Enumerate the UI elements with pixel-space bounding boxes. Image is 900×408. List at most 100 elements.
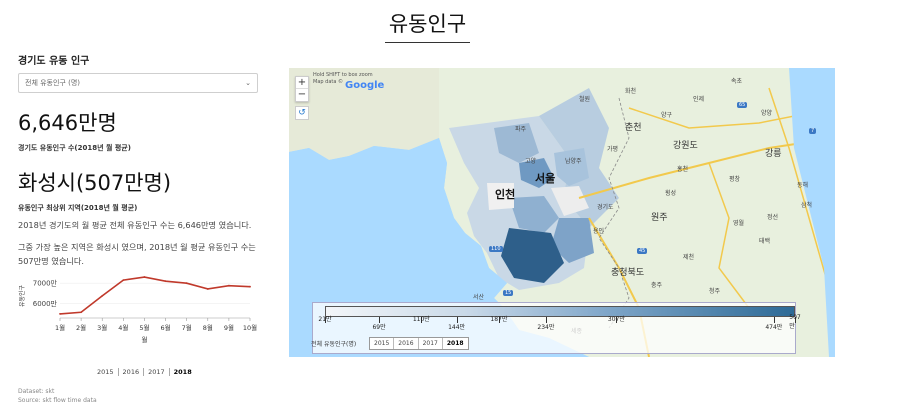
map-label-jecheon: 제천 [683, 254, 695, 261]
legend-tick-label: 69만 [372, 324, 386, 331]
map-label-samcheok: 삼척 [801, 202, 813, 209]
legend-year-tab-2016[interactable]: 2016 [394, 338, 419, 349]
map-label-yeongwol: 영월 [733, 220, 745, 227]
highway-shield-15: 15 [503, 290, 514, 296]
choropleth-map[interactable]: + − ↺ Hold SHIFT to box zoom Map data © … [289, 68, 835, 357]
metric-select-value: 전체 유동인구 (명) [25, 79, 80, 87]
x-tick-label: 3월 [97, 323, 107, 332]
map-label-hongcheon: 홍천 [677, 166, 689, 173]
map-label-seosan: 서산 [473, 294, 485, 301]
x-tick-label: 7월 [182, 323, 192, 332]
legend-year-tabs: 2015 2016 2017 2018 [369, 337, 469, 350]
summary-paragraph-1: 2018년 경기도의 월 평균 전체 유동인구 수는 6,646만명 였습니다. [18, 220, 252, 230]
monthly-line-chart: 6000만 7000만 유동인구 1월 2월 3월 4월 5월 6월 7월 8월 9월 10월 월 [18, 268, 258, 352]
google-logo: Google [345, 80, 385, 91]
data-point [59, 313, 61, 315]
map-label-gangwon: 강원도 [673, 141, 698, 151]
zoom-out-button[interactable]: − [296, 89, 308, 101]
map-label-chungju: 충주 [651, 282, 663, 289]
source-info: Dataset: skt Source: skt flow time data [18, 387, 97, 405]
legend-tick-label: 144만 [448, 324, 466, 331]
data-point [164, 280, 167, 283]
map-label-taebaek: 태백 [759, 238, 771, 245]
dataset-label: Dataset: skt [18, 388, 55, 395]
legend-year-tab-2018[interactable]: 2018 [443, 338, 468, 349]
hold-shift-hint: Hold SHIFT to box zoom [313, 72, 373, 78]
y-tick-label: 7000만 [33, 279, 58, 288]
highway-shield-110: 110 [489, 246, 503, 252]
map-label-paju: 파주 [515, 126, 527, 133]
zoom-in-button[interactable]: + [296, 77, 308, 89]
chevron-down-icon: ⌄ [245, 79, 251, 87]
data-point [227, 284, 230, 287]
highway-shield-7: 7 [809, 128, 817, 134]
map-label-wonju: 원주 [651, 213, 668, 223]
map-label-gapyeong: 가평 [607, 146, 619, 153]
legend-tick-label: 474만 [765, 324, 783, 331]
year-tabs: 2015 2016 2017 2018 [93, 368, 196, 376]
color-legend: 21만 69만 110만 144만 187만 234만 307만 474만 507만 전체 유동… [311, 302, 801, 354]
data-point [80, 311, 83, 314]
x-tick-label: 5월 [139, 323, 149, 332]
map-label-cheongju: 청주 [709, 288, 721, 295]
legend-tick-label: 307만 [607, 316, 625, 323]
map-label-namyangju: 남양주 [565, 158, 582, 165]
page-title: 유동인구 [384, 8, 471, 43]
data-point [249, 285, 251, 288]
year-tab-2015[interactable]: 2015 [93, 368, 119, 376]
map-label-chungbuk: 충청북도 [611, 268, 645, 278]
x-tick-label: 9월 [224, 323, 234, 332]
year-tab-2018[interactable]: 2018 [170, 368, 196, 376]
map-label-goyang: 고양 [525, 158, 537, 165]
line-chart-svg: 6000만 7000만유동인구 1월 2월 3월 4월 5월 6월 7월 8월 9월 10월월 [19, 276, 257, 344]
map-label-gyeonggi: 경기도 [597, 204, 614, 211]
map-label-inje: 인제 [693, 96, 705, 103]
data-point [185, 282, 188, 285]
map-label-yongin: 용인 [593, 228, 605, 235]
highway-shield-45: 45 [637, 248, 648, 254]
data-point [101, 294, 104, 297]
legend-tick-label: 234만 [537, 324, 555, 331]
y-axis-label: 유동인구 [19, 284, 26, 307]
legend-tick-label: 21만 [318, 316, 332, 323]
x-tick-label: 10월 [243, 323, 257, 332]
map-label-gangneung: 강릉 [765, 149, 782, 159]
page-title-wrap: 유동인구 [0, 8, 855, 43]
x-tick-label: 1월 [55, 323, 65, 332]
metric-select[interactable]: 전체 유동인구 (명) ⌄ [18, 73, 258, 93]
map-label-yanggu: 양구 [661, 112, 673, 119]
map-label-donghae: 동해 [797, 182, 809, 189]
top-city: 화성시(507만명) [18, 171, 172, 195]
left-panel: 경기도 유동 인구 전체 유동인구 (명) ⌄ 6,646만명 경기도 유동인구… [18, 52, 266, 268]
legend-tick-label: 507만 [789, 314, 801, 330]
summary-paragraph-2: 그중 가장 높은 지역은 화성시 였으며, 2018년 월 평균 유동인구 수는… [18, 242, 256, 266]
x-tick-label: 2월 [76, 323, 86, 332]
x-tick-label: 4월 [118, 323, 128, 332]
map-label-pyeongchang: 평창 [729, 176, 741, 183]
year-tab-2017[interactable]: 2017 [144, 368, 170, 376]
map-label-sokcho: 속초 [731, 78, 743, 85]
legend-year-tab-2017[interactable]: 2017 [419, 338, 443, 349]
legend-gradient [325, 306, 795, 317]
map-label-chuncheon: 춘천 [625, 123, 642, 133]
map-label-seoul: 서울 [535, 172, 556, 185]
legend-tick-label: 110만 [412, 316, 430, 323]
section-title: 경기도 유동 인구 [18, 56, 90, 67]
highway-shield-65: 65 [737, 102, 748, 108]
data-point [122, 279, 125, 282]
map-data-attribution: Map data © [313, 79, 343, 85]
legend-year-tab-2015[interactable]: 2015 [370, 338, 395, 349]
total-population: 6,646만명 [18, 111, 117, 135]
map-label-incheon: 인천 [495, 188, 516, 201]
series-line [59, 276, 251, 315]
year-tab-2016[interactable]: 2016 [119, 368, 145, 376]
map-label-jeongseon: 정선 [767, 214, 779, 221]
map-label-yangyang: 양양 [761, 110, 773, 117]
legend-tick-label: 187만 [490, 316, 508, 323]
map-label-cheorwon: 철원 [579, 96, 591, 103]
reset-view-button[interactable]: ↺ [295, 106, 309, 120]
y-tick-label: 6000만 [33, 299, 58, 308]
x-tick-label: 6월 [160, 323, 170, 332]
x-axis-label: 월 [141, 335, 147, 344]
data-point [206, 288, 209, 290]
